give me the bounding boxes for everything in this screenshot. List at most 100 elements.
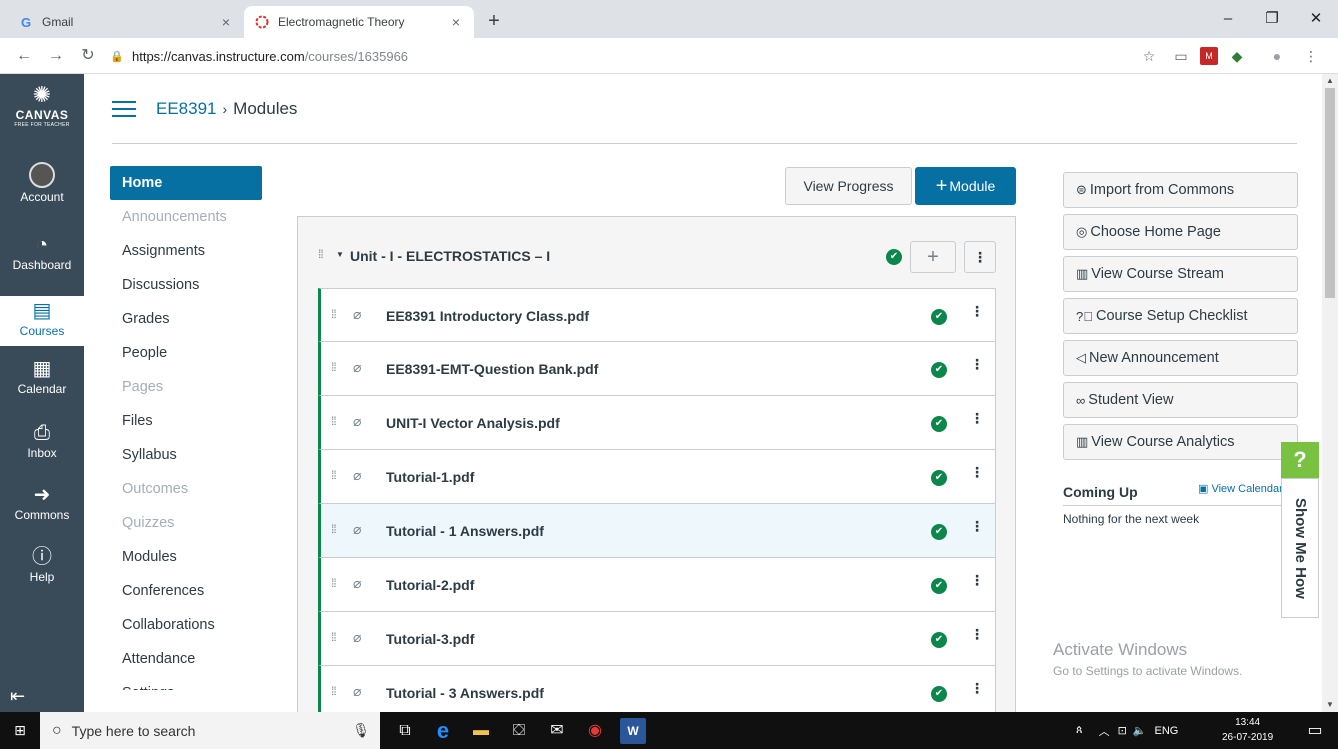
extension-leaf-icon[interactable]: ◆ (1228, 47, 1246, 65)
new-tab-button[interactable]: + (482, 10, 506, 34)
published-check-icon[interactable]: ✔ (931, 632, 947, 648)
course-nav-assignments[interactable]: Assignments (110, 234, 262, 268)
global-nav-help[interactable]: ⓘ Help (0, 546, 84, 584)
drag-handle-icon[interactable]: ⁞⁞ (331, 630, 337, 644)
drag-handle-icon[interactable]: ⁞⁞ (331, 414, 337, 428)
minimize-icon[interactable]: – (1206, 6, 1250, 32)
published-check-icon[interactable]: ✔ (931, 470, 947, 486)
item-menu-icon[interactable]: ⋮ (970, 303, 984, 320)
module-item[interactable]: ⁞⁞ ⌀ Tutorial-3.pdf ✔ ⋮ (318, 612, 996, 666)
course-nav-settings[interactable]: Settings (110, 676, 262, 690)
close-icon[interactable]: × (218, 14, 234, 30)
module-item-title[interactable]: UNIT-I Vector Analysis.pdf (386, 415, 560, 431)
module-item[interactable]: ⁞⁞ ⌀ EE8391-EMT-Question Bank.pdf ✔ ⋮ (318, 342, 996, 396)
network-icon[interactable]: ⊡ (1118, 724, 1127, 737)
windows-start-icon[interactable]: ⊞ (0, 712, 40, 749)
add-module-button[interactable]: + Module (915, 167, 1016, 205)
reload-icon[interactable]: ↻ (78, 46, 98, 66)
student-view-button[interactable]: ∞ Student View (1063, 382, 1298, 418)
scroll-down-icon[interactable]: ▼ (1322, 700, 1338, 709)
course-nav-announcements[interactable]: Announcements (110, 200, 262, 234)
item-menu-icon[interactable]: ⋮ (970, 410, 984, 427)
course-nav-conferences[interactable]: Conferences (110, 574, 262, 608)
notifications-icon[interactable]: ▭ (1302, 718, 1328, 744)
item-menu-icon[interactable]: ⋮ (970, 356, 984, 373)
course-nav-home[interactable]: Home (110, 166, 262, 200)
profile-icon[interactable]: ● (1268, 47, 1286, 65)
item-menu-icon[interactable]: ⋮ (970, 572, 984, 589)
module-item-title[interactable]: EE8391-EMT-Question Bank.pdf (386, 361, 598, 377)
item-menu-icon[interactable]: ⋮ (970, 626, 984, 643)
collapse-nav-icon[interactable]: ⇤ (10, 686, 25, 707)
word-icon[interactable]: W (620, 718, 646, 744)
global-nav-dashboard[interactable]: ◔ Dashboard (0, 234, 84, 272)
view-progress-button[interactable]: View Progress (785, 167, 912, 205)
new-announcement-button[interactable]: ◁ New Announcement (1063, 340, 1298, 376)
people-icon[interactable]: ጰ (1076, 724, 1083, 737)
show-me-how-widget[interactable]: ? Show Me How (1281, 442, 1319, 618)
browser-tab-canvas[interactable]: Electromagnetic Theory × (244, 6, 474, 38)
chevron-up-icon[interactable]: ︿ (1099, 723, 1110, 739)
course-nav-collaborations[interactable]: Collaborations (110, 608, 262, 642)
module-item-title[interactable]: Tutorial-1.pdf (386, 469, 474, 485)
course-nav-pages[interactable]: Pages (110, 370, 262, 404)
module-item-title[interactable]: Tutorial - 3 Answers.pdf (386, 685, 544, 701)
module-item[interactable]: ⁞⁞ ⌀ Tutorial - 1 Answers.pdf ✔ ⋮ (318, 504, 996, 558)
import-from-commons-button[interactable]: ⊜ Import from Commons (1063, 172, 1298, 208)
hamburger-icon[interactable] (112, 101, 136, 117)
course-nav-attendance[interactable]: Attendance (110, 642, 262, 676)
course-nav-syllabus[interactable]: Syllabus (110, 438, 262, 472)
extension-m-icon[interactable]: M (1200, 47, 1218, 65)
global-nav-commons[interactable]: ➜ Commons (0, 484, 84, 522)
course-nav-people[interactable]: People (110, 336, 262, 370)
item-menu-icon[interactable]: ⋮ (970, 680, 984, 697)
taskbar-clock[interactable]: 13:44 26-07-2019 (1222, 715, 1273, 745)
drag-handle-icon[interactable]: ⁞⁞ (331, 576, 337, 590)
extension-doc-icon[interactable]: ▭ (1172, 47, 1190, 65)
published-check-icon[interactable]: ✔ (931, 362, 947, 378)
drag-handle-icon[interactable]: ⁞⁞ (318, 247, 324, 261)
page-scrollbar[interactable]: ▲ ▼ (1322, 74, 1338, 712)
course-nav-discussions[interactable]: Discussions (110, 268, 262, 302)
drag-handle-icon[interactable]: ⁞⁞ (331, 307, 337, 321)
question-icon[interactable]: ? (1281, 442, 1319, 478)
item-menu-icon[interactable]: ⋮ (970, 464, 984, 481)
view-course-analytics-button[interactable]: ▥ View Course Analytics (1063, 424, 1298, 460)
module-item[interactable]: ⁞⁞ ⌀ Tutorial-1.pdf ✔ ⋮ (318, 450, 996, 504)
url-field[interactable]: 🔒 https://canvas.instructure.com/courses… (110, 43, 1110, 69)
course-setup-checklist-button[interactable]: ?⃝ Course Setup Checklist (1063, 298, 1298, 334)
module-header[interactable]: ⁞⁞ ▼ Unit - I - ELECTROSTATICS – I ✔ + ⋮ (298, 217, 1015, 287)
module-item[interactable]: ⁞⁞ ⌀ Tutorial-2.pdf ✔ ⋮ (318, 558, 996, 612)
taskbar-search-input[interactable]: ○ Type here to search 🎙 (40, 712, 380, 749)
published-check-icon[interactable]: ✔ (886, 249, 902, 265)
browser-menu-icon[interactable]: ⋮ (1302, 47, 1320, 65)
global-nav-calendar[interactable]: ▦ Calendar (0, 358, 84, 396)
mail-icon[interactable]: ✉ (544, 718, 570, 744)
global-nav-courses[interactable]: ▤ Courses (0, 296, 84, 346)
language-indicator[interactable]: ENG (1154, 725, 1178, 737)
module-item-title[interactable]: EE8391 Introductory Class.pdf (386, 308, 589, 324)
published-check-icon[interactable]: ✔ (931, 578, 947, 594)
file-explorer-icon[interactable]: ▬ (468, 718, 494, 744)
course-nav-outcomes[interactable]: Outcomes (110, 472, 262, 506)
drag-handle-icon[interactable]: ⁞⁞ (331, 468, 337, 482)
global-nav-inbox[interactable]: ⎙ Inbox (0, 422, 84, 460)
close-icon[interactable]: × (448, 14, 464, 30)
add-item-button[interactable]: + (910, 241, 956, 273)
bookmark-star-icon[interactable]: ☆ (1140, 47, 1158, 65)
store-icon[interactable]: ⛋ (506, 718, 532, 744)
drag-handle-icon[interactable]: ⁞⁞ (331, 360, 337, 374)
chrome-icon[interactable]: ◉ (582, 718, 608, 744)
published-check-icon[interactable]: ✔ (931, 309, 947, 325)
breadcrumb-course-link[interactable]: EE8391 (156, 99, 217, 119)
course-nav-modules[interactable]: Modules (110, 540, 262, 574)
choose-home-page-button[interactable]: ◎ Choose Home Page (1063, 214, 1298, 250)
module-item-title[interactable]: Tutorial-2.pdf (386, 577, 474, 593)
published-check-icon[interactable]: ✔ (931, 686, 947, 702)
module-item[interactable]: ⁞⁞ ⌀ UNIT-I Vector Analysis.pdf ✔ ⋮ (318, 396, 996, 450)
scroll-thumb[interactable] (1325, 88, 1335, 298)
course-nav-quizzes[interactable]: Quizzes (110, 506, 262, 540)
global-nav-account[interactable]: Account (0, 162, 84, 204)
course-nav-grades[interactable]: Grades (110, 302, 262, 336)
browser-tab-gmail[interactable]: G Gmail × (8, 6, 244, 38)
